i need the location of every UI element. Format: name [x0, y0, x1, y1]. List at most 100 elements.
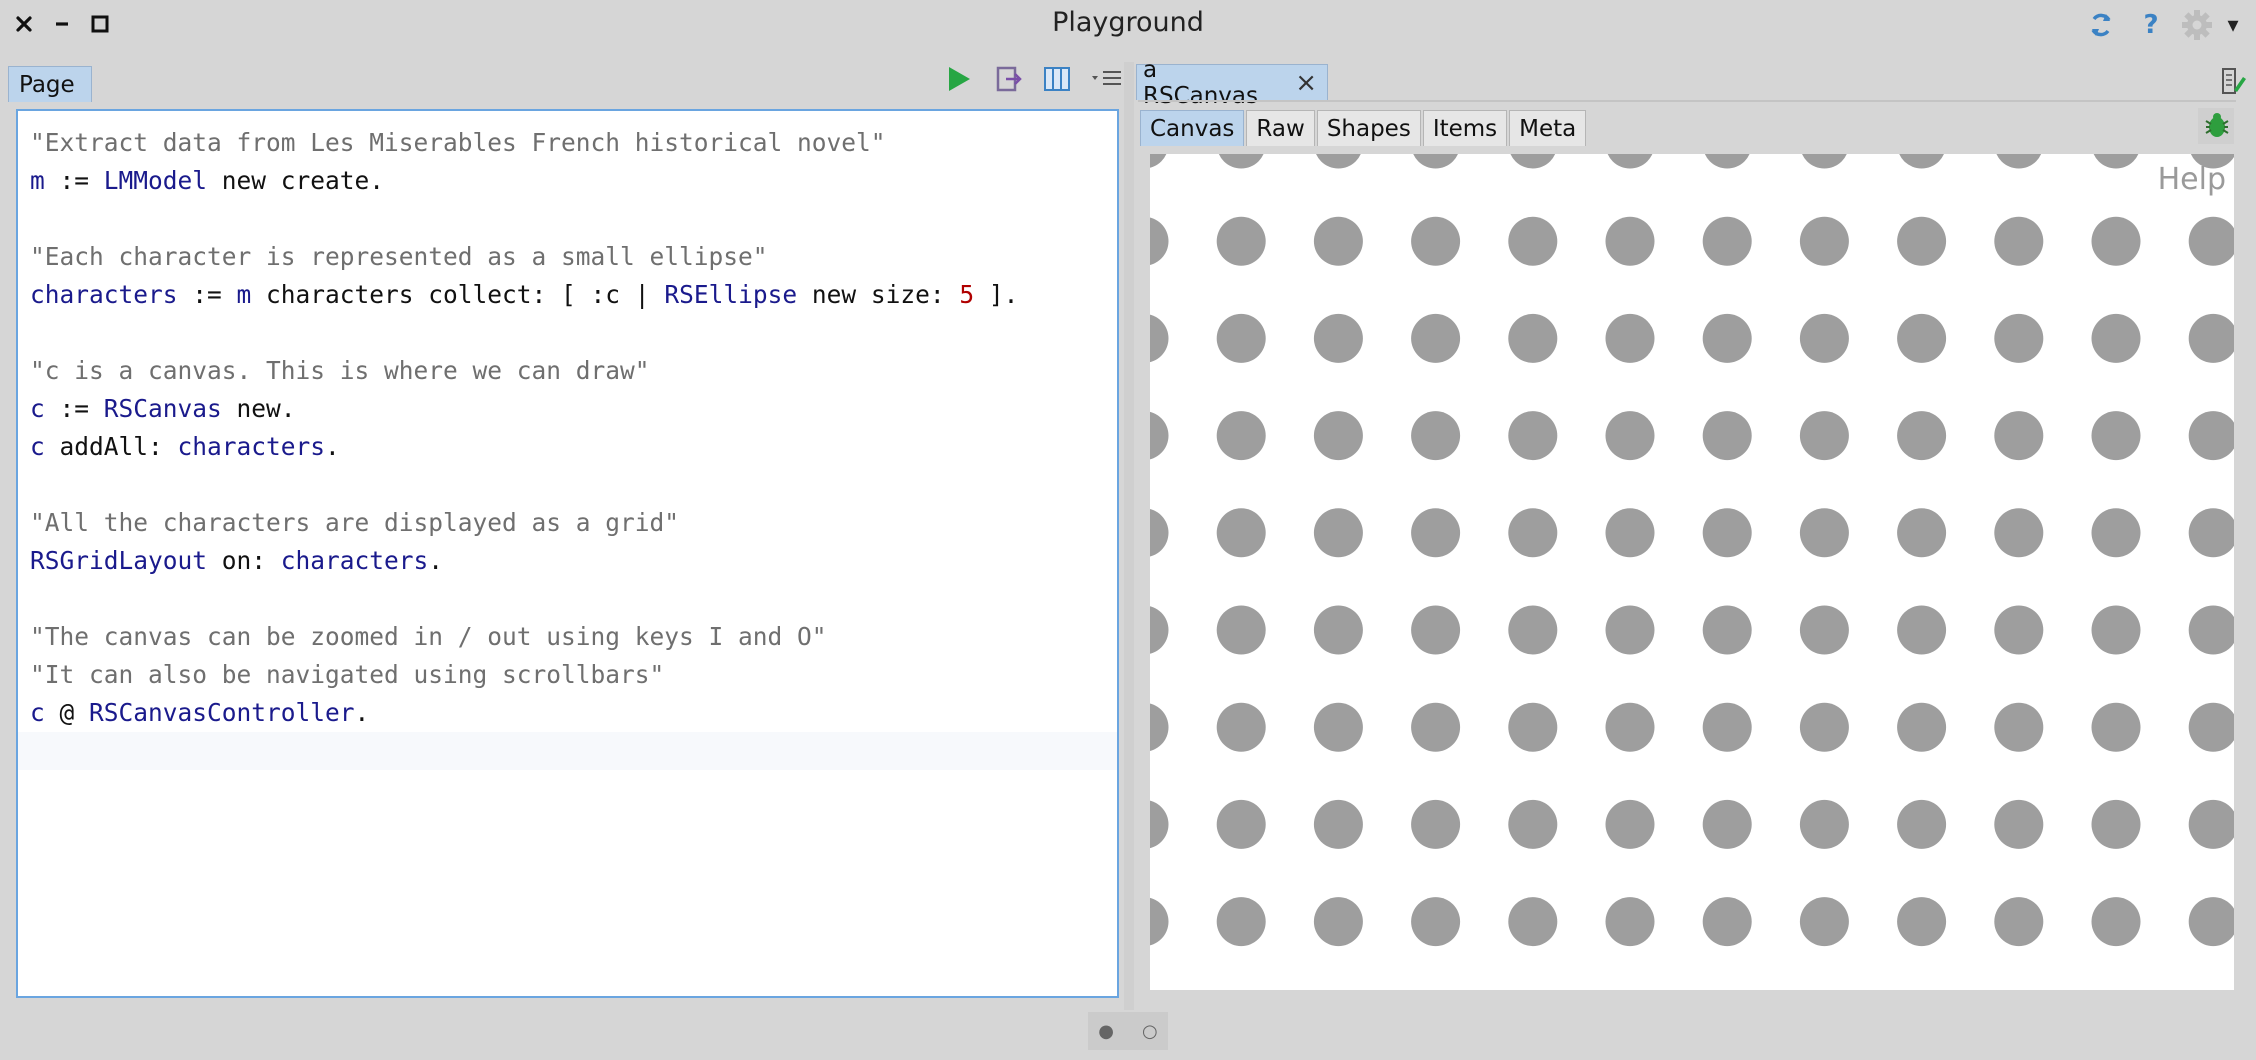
- character-ellipse[interactable]: [1216, 799, 1266, 849]
- subtab-items[interactable]: Items: [1422, 110, 1508, 146]
- character-ellipse[interactable]: [1994, 508, 2044, 558]
- character-ellipse[interactable]: [1897, 508, 1947, 558]
- inspect-button[interactable]: [1042, 64, 1072, 94]
- character-ellipse[interactable]: [1150, 411, 1169, 460]
- character-ellipse[interactable]: [1313, 897, 1363, 947]
- character-ellipse[interactable]: [1897, 313, 1947, 363]
- character-ellipse[interactable]: [1897, 702, 1947, 752]
- character-ellipse[interactable]: [2091, 313, 2141, 363]
- character-ellipse[interactable]: [1799, 702, 1849, 752]
- character-ellipse[interactable]: [1605, 799, 1655, 849]
- code-line[interactable]: c @ RSCanvasController.: [18, 694, 1117, 732]
- character-ellipse[interactable]: [1702, 799, 1752, 849]
- character-ellipse[interactable]: [1411, 799, 1461, 849]
- character-ellipse[interactable]: [1508, 799, 1558, 849]
- character-ellipse[interactable]: [1508, 411, 1558, 461]
- character-ellipse[interactable]: [1799, 313, 1849, 363]
- character-ellipse[interactable]: [1897, 411, 1947, 461]
- character-ellipse[interactable]: [1411, 216, 1461, 266]
- character-ellipse[interactable]: [1702, 605, 1752, 655]
- settings-dropdown-arrow[interactable]: ▾: [2220, 10, 2246, 40]
- settings-button[interactable]: [2180, 10, 2214, 40]
- help-button[interactable]: ?: [2136, 10, 2166, 40]
- code-line[interactable]: characters := m characters collect: [ :c…: [18, 276, 1117, 314]
- code-editor[interactable]: "Extract data from Les Miserables French…: [16, 109, 1119, 998]
- character-ellipse[interactable]: [1150, 508, 1169, 557]
- character-ellipse[interactable]: [2091, 411, 2141, 461]
- character-ellipse[interactable]: [2188, 508, 2234, 558]
- code-comment-line[interactable]: "Extract data from Les Miserables French…: [18, 124, 1117, 162]
- character-ellipse[interactable]: [2091, 508, 2141, 558]
- character-ellipse[interactable]: [1799, 799, 1849, 849]
- character-ellipse[interactable]: [1994, 411, 2044, 461]
- character-ellipse[interactable]: [2188, 702, 2234, 752]
- character-ellipse[interactable]: [2188, 897, 2234, 947]
- subtab-canvas[interactable]: Canvas: [1140, 110, 1245, 146]
- character-ellipse[interactable]: [1702, 897, 1752, 947]
- character-ellipse[interactable]: [1702, 702, 1752, 752]
- code-comment-line[interactable]: "The canvas can be zoomed in / out using…: [18, 618, 1117, 656]
- character-ellipse[interactable]: [1508, 897, 1558, 947]
- character-ellipse[interactable]: [1508, 702, 1558, 752]
- debug-button[interactable]: [2198, 108, 2234, 144]
- character-ellipse[interactable]: [1994, 897, 2044, 947]
- character-ellipse[interactable]: [1150, 703, 1169, 752]
- character-ellipse[interactable]: [1799, 605, 1849, 655]
- character-ellipse[interactable]: [1508, 313, 1558, 363]
- character-ellipse[interactable]: [1216, 605, 1266, 655]
- character-ellipse[interactable]: [1702, 411, 1752, 461]
- character-ellipse[interactable]: [1605, 605, 1655, 655]
- character-ellipse[interactable]: [1411, 508, 1461, 558]
- character-ellipse[interactable]: [1216, 897, 1266, 947]
- character-ellipse[interactable]: [1313, 216, 1363, 266]
- character-ellipse[interactable]: [1150, 800, 1169, 849]
- character-ellipse[interactable]: [1703, 154, 1752, 169]
- character-ellipse[interactable]: [1605, 897, 1655, 947]
- character-ellipse[interactable]: [1897, 897, 1947, 947]
- character-ellipse[interactable]: [2092, 154, 2141, 169]
- character-ellipse[interactable]: [1508, 508, 1558, 558]
- character-ellipse[interactable]: [1216, 216, 1266, 266]
- character-ellipse[interactable]: [1702, 313, 1752, 363]
- character-ellipse[interactable]: [1411, 154, 1460, 169]
- character-ellipse[interactable]: [1605, 216, 1655, 266]
- character-ellipse[interactable]: [1994, 313, 2044, 363]
- do-it-button[interactable]: [944, 64, 974, 94]
- character-ellipse[interactable]: [1150, 217, 1169, 266]
- blank-line[interactable]: [18, 466, 1117, 504]
- page-dot-active[interactable]: ●: [1098, 1021, 1114, 1042]
- code-line[interactable]: m := LMModel new create.: [18, 162, 1117, 200]
- pane-splitter[interactable]: [1124, 62, 1134, 1010]
- character-ellipse[interactable]: [1313, 411, 1363, 461]
- code-line[interactable]: RSGridLayout on: characters.: [18, 542, 1117, 580]
- code-comment-line[interactable]: "All the characters are displayed as a g…: [18, 504, 1117, 542]
- character-ellipse[interactable]: [1313, 799, 1363, 849]
- code-comment-line[interactable]: "It can also be navigated using scrollba…: [18, 656, 1117, 694]
- character-ellipse[interactable]: [1799, 897, 1849, 947]
- tab-page[interactable]: Page: [8, 66, 92, 102]
- character-ellipse[interactable]: [2091, 897, 2141, 947]
- character-ellipse[interactable]: [2188, 411, 2234, 461]
- blank-line[interactable]: [18, 314, 1117, 352]
- subtab-meta[interactable]: Meta: [1509, 110, 1587, 146]
- code-line[interactable]: c addAll: characters.: [18, 428, 1117, 466]
- character-ellipse[interactable]: [2091, 799, 2141, 849]
- character-ellipse[interactable]: [1150, 314, 1169, 363]
- character-ellipse[interactable]: [1799, 216, 1849, 266]
- code-comment-line[interactable]: "c is a canvas. This is where we can dra…: [18, 352, 1117, 390]
- character-ellipse[interactable]: [1994, 216, 2044, 266]
- character-ellipse[interactable]: [1897, 605, 1947, 655]
- blank-line[interactable]: [18, 200, 1117, 238]
- character-ellipse[interactable]: [1702, 508, 1752, 558]
- character-ellipse[interactable]: [1216, 313, 1266, 363]
- character-ellipse[interactable]: [1313, 508, 1363, 558]
- character-ellipse[interactable]: [2188, 313, 2234, 363]
- character-ellipse[interactable]: [1411, 897, 1461, 947]
- character-ellipse[interactable]: [2091, 216, 2141, 266]
- character-ellipse[interactable]: [1411, 702, 1461, 752]
- character-ellipse[interactable]: [2091, 605, 2141, 655]
- character-ellipse[interactable]: [1605, 508, 1655, 558]
- character-ellipse[interactable]: [1411, 313, 1461, 363]
- tab-close-icon[interactable]: ×: [1295, 68, 1317, 98]
- character-ellipse[interactable]: [1150, 606, 1169, 655]
